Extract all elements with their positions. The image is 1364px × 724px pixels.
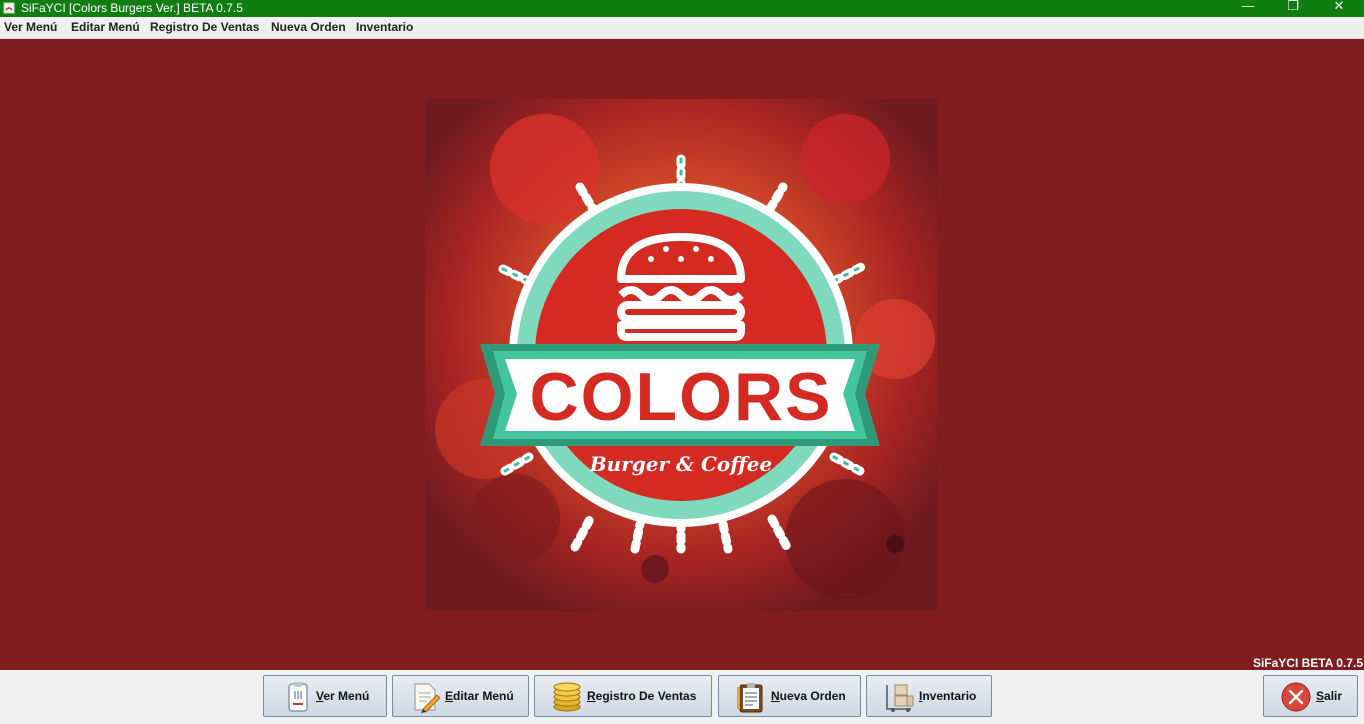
logo-tagline-text: Burger & Coffee [589,452,772,476]
coins-icon [553,682,581,712]
menu-bar: Ver Menú Editar Menú Registro De Ventas … [0,17,1364,39]
menu-nueva-orden[interactable]: Nueva Orden [271,20,346,34]
version-label: SiFaYCI BETA 0.7.5 [1252,656,1363,670]
close-button[interactable]: ✕ [1319,0,1359,17]
maximize-button[interactable]: ❐ [1273,0,1313,17]
menu-clipboard-icon [288,682,308,712]
ver-menu-label: er Menú [323,689,370,703]
salir-mnemonic: S [1316,689,1325,703]
inventory-boxes-icon [886,684,914,712]
inventario-label: nventario [922,689,977,703]
bottom-toolbar: Ver Menú Editar Menú Registro De Ventas [0,670,1364,724]
title-bar: SiFaYCI [Colors Burgers Ver.] BETA 0.7.5… [0,0,1364,17]
ver-menu-button[interactable]: Ver Menú [263,675,387,717]
nueva-orden-button[interactable]: Nueva Orden [718,675,861,717]
menu-inventario[interactable]: Inventario [356,20,413,34]
menu-ver-menu[interactable]: Ver Menú [4,20,57,34]
logo-brand-text: COLORS [530,359,833,435]
editar-menu-label: ditar Menú [453,689,514,703]
window-title: SiFaYCI [Colors Burgers Ver.] BETA 0.7.5 [21,1,243,15]
editar-menu-mnemonic: E [445,689,454,703]
colors-burger-logo: COLORS Burger & Coffee [425,99,937,611]
menu-editar-menu[interactable]: Editar Menú [71,20,140,34]
salir-label: alir [1324,689,1343,703]
main-content: COLORS Burger & Coffee SiFaYCI BETA 0.7.… [0,40,1364,670]
registro-mnemonic: R [587,689,596,703]
nueva-orden-label: ueva Orden [779,689,846,703]
minimize-button[interactable]: — [1228,0,1268,17]
editar-menu-button[interactable]: Editar Menú [392,675,529,717]
menu-registro-de-ventas[interactable]: Registro De Ventas [150,20,259,34]
salir-button[interactable]: Salir [1263,675,1358,717]
java-app-icon [3,2,15,14]
exit-icon [1281,682,1311,712]
order-clipboard-icon [737,683,763,713]
registro-de-ventas-button[interactable]: Registro De Ventas [534,675,712,717]
registro-label: egistro De Ventas [595,689,697,703]
edit-document-icon [414,683,441,713]
inventario-button[interactable]: Inventario [866,675,992,717]
nueva-orden-mnemonic: N [771,689,780,703]
